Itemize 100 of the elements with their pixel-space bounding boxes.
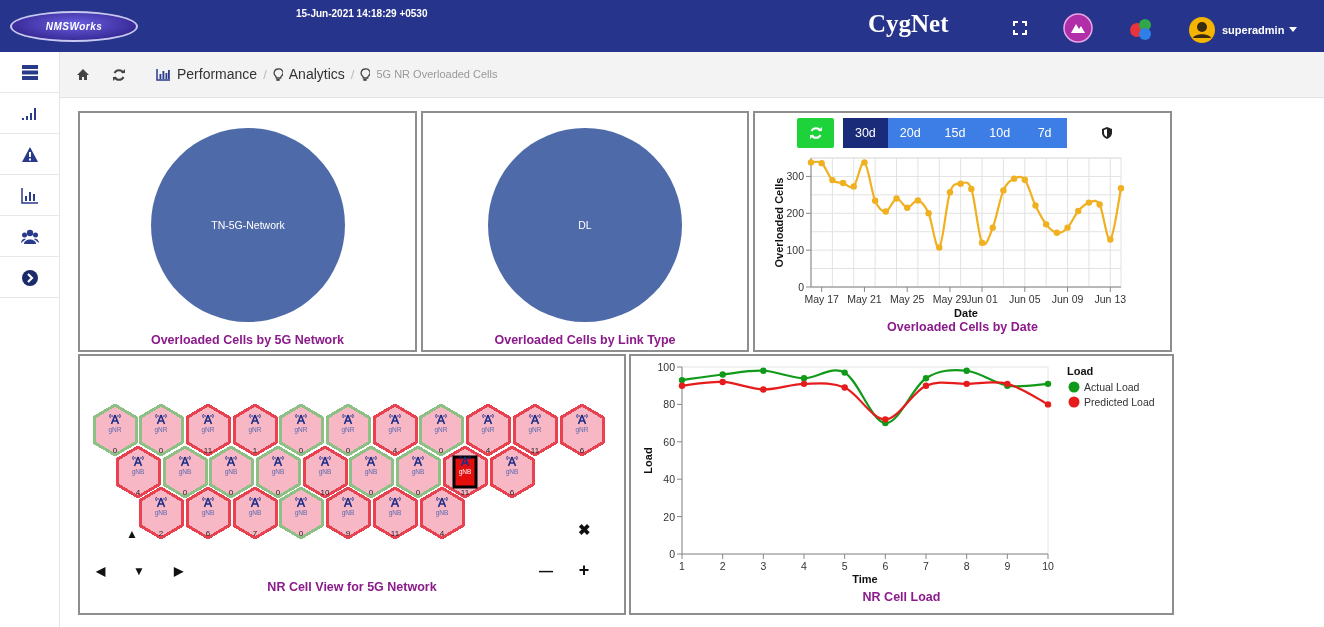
- axis-title: Load: [642, 447, 654, 474]
- tick-label: Jun 09: [1051, 293, 1084, 305]
- legend-swatch: [1068, 381, 1080, 393]
- tick-label: May 29: [932, 293, 968, 305]
- tick-label: 60: [663, 435, 675, 448]
- data-point: [1044, 380, 1052, 388]
- pie-slice[interactable]: [488, 128, 682, 322]
- pie-slice[interactable]: [150, 128, 345, 322]
- range-tab[interactable]: 30d: [843, 118, 888, 148]
- range-tab[interactable]: 15d: [932, 118, 978, 148]
- tick-label: 8: [963, 560, 970, 572]
- antenna-icon: [272, 455, 284, 467]
- antenna-icon: [436, 496, 448, 508]
- tick-label: May 25: [890, 293, 925, 305]
- caret-icon[interactable]: [1289, 27, 1297, 33]
- data-point: [904, 204, 911, 211]
- map-control[interactable]: ▲: [126, 527, 138, 541]
- data-point: [1032, 202, 1039, 209]
- breadcrumb-link[interactable]: Performance: [177, 64, 258, 85]
- tick-label: 5: [841, 560, 848, 572]
- map-control[interactable]: ▶: [173, 564, 183, 578]
- bar-chart-icon[interactable]: [20, 186, 39, 204]
- tick-label: Jun 05: [1009, 293, 1041, 305]
- antenna-icon: [342, 496, 354, 508]
- data-point: [989, 224, 996, 231]
- warning-icon[interactable]: [20, 145, 39, 163]
- legend-label: Actual Load: [1084, 381, 1140, 393]
- shield-icon[interactable]: [1102, 127, 1112, 139]
- data-point: [1107, 236, 1114, 243]
- antenna-icon: [225, 455, 237, 467]
- chart-title: NR Cell View for 5G Network: [267, 579, 437, 596]
- tick-label: 10: [1042, 560, 1054, 572]
- user-menu[interactable]: superadmin: [1222, 22, 1285, 39]
- antenna-icon: [109, 413, 121, 425]
- antenna-icon: [459, 455, 471, 467]
- data-point: [957, 180, 964, 187]
- map-control[interactable]: ✖: [577, 521, 591, 538]
- map-control[interactable]: +: [578, 560, 590, 580]
- chart-title: Overloaded Cells by 5G Network: [150, 332, 345, 349]
- antenna-icon: [155, 413, 167, 425]
- range-tab[interactable]: 20d: [887, 118, 933, 148]
- antenna-icon: [576, 413, 588, 425]
- lightbulb-icon: [360, 67, 371, 82]
- tick-label: 1: [679, 560, 685, 572]
- range-tab[interactable]: 7d: [1022, 118, 1067, 148]
- data-point: [1000, 187, 1007, 194]
- home-icon[interactable]: [76, 68, 90, 81]
- antenna-icon: [389, 496, 401, 508]
- antenna-icon: [202, 496, 214, 508]
- slice-label: DL: [578, 219, 592, 231]
- data-point: [841, 369, 848, 376]
- antenna-icon: [295, 496, 307, 508]
- data-point: [760, 386, 767, 393]
- data-point: [978, 239, 986, 246]
- data-point: [925, 210, 932, 217]
- axis-title: Overloaded Cells: [773, 177, 785, 268]
- avatar-icon[interactable]: [1188, 16, 1216, 44]
- range-tab[interactable]: 10d: [977, 118, 1023, 148]
- data-point: [829, 176, 836, 184]
- legend-title: Load: [1067, 365, 1094, 377]
- map-control[interactable]: ▼: [133, 564, 145, 578]
- logo[interactable]: NMSWorks: [10, 11, 138, 42]
- refresh-icon[interactable]: [112, 67, 126, 82]
- antenna-icon: [365, 455, 377, 467]
- tick-label: May 21: [847, 293, 882, 305]
- data-point: [963, 367, 970, 374]
- tick-label: 20: [663, 510, 675, 523]
- map-control[interactable]: ◀: [95, 564, 105, 578]
- map-control[interactable]: —: [539, 563, 553, 579]
- color-circles-icon[interactable]: [1128, 17, 1154, 41]
- antenna-icon: [319, 455, 331, 467]
- data-point: [760, 367, 767, 374]
- tick-label: Jun 13: [1094, 293, 1127, 305]
- tick-label: May 17: [804, 293, 839, 305]
- fullscreen-icon[interactable]: [1013, 21, 1027, 35]
- data-point: [946, 189, 954, 196]
- tick-label: 3: [760, 560, 767, 572]
- breadcrumb-link[interactable]: Analytics: [288, 64, 345, 85]
- data-point: [861, 159, 868, 166]
- antenna-icon: [412, 455, 424, 467]
- axis-title: Time: [852, 573, 878, 585]
- bar-chart-icon: [156, 68, 171, 81]
- chevron-right-icon[interactable]: [20, 268, 39, 286]
- tick-label: 200: [786, 207, 804, 220]
- server-icon[interactable]: [20, 63, 39, 81]
- tick-label: 100: [786, 244, 804, 257]
- antenna-icon: [202, 413, 214, 425]
- breadcrumb-separator: /: [263, 65, 267, 84]
- users-icon[interactable]: [20, 227, 39, 245]
- slice-label: TN-5G-Network: [210, 219, 285, 231]
- chart-title: Overloaded Cells by Link Type: [494, 332, 676, 349]
- data-point: [1053, 229, 1061, 236]
- data-point: [807, 159, 815, 166]
- tick-label: 6: [882, 560, 889, 572]
- brand-name: CygNet: [868, 9, 949, 39]
- timestamp: 15-Jun-2021 14:18:29 +0530: [296, 7, 428, 21]
- tick-label: 40: [663, 473, 675, 486]
- data-point: [968, 185, 975, 193]
- antenna-icon: [482, 413, 494, 425]
- tick-label: 2: [719, 560, 726, 572]
